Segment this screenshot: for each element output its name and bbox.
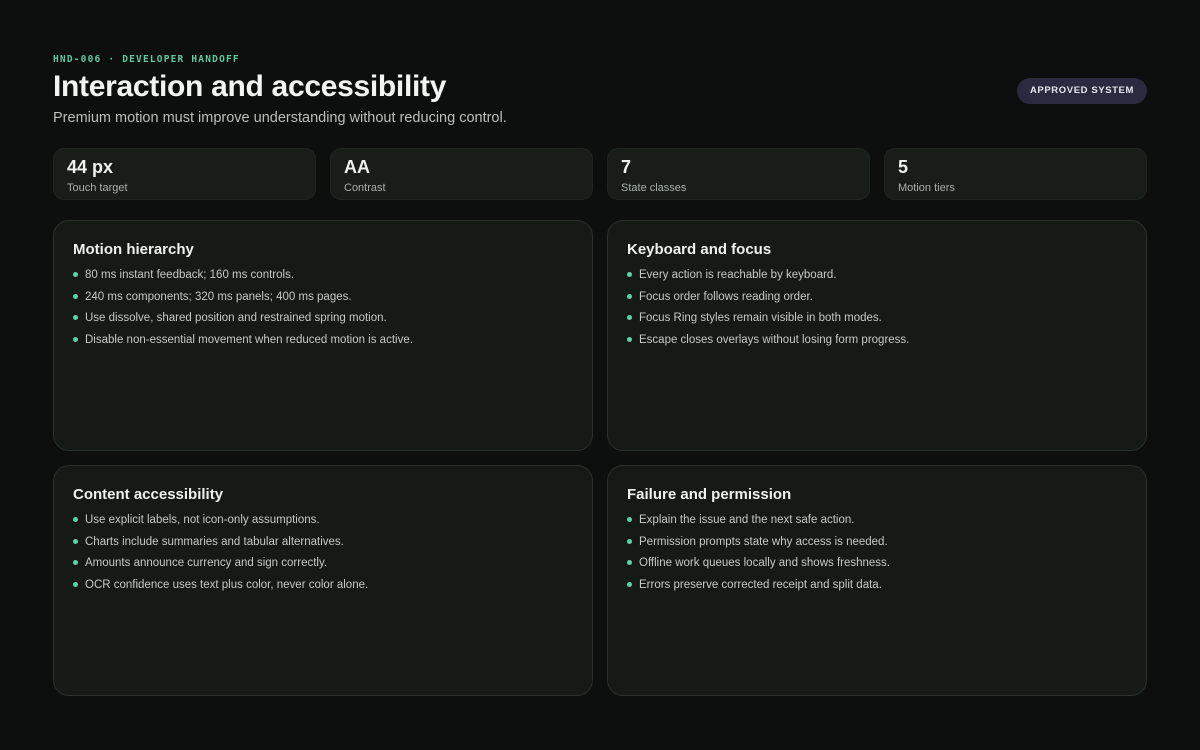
metrics-row: 44 px Touch target AA Contrast 7 State c… — [53, 148, 1147, 200]
page-subtitle: Premium motion must improve understandin… — [53, 110, 507, 126]
bullet-dot-icon — [73, 517, 78, 522]
bullet-dot-icon — [627, 517, 632, 522]
list-item-text: Focus order follows reading order. — [639, 290, 813, 303]
page-title: Interaction and accessibility — [53, 70, 447, 103]
card-list: Every action is reachable by keyboard. F… — [627, 268, 1127, 347]
list-item-text: Charts include summaries and tabular alt… — [85, 535, 344, 548]
card-title: Keyboard and focus — [627, 241, 772, 258]
list-item-text: 80 ms instant feedback; 160 ms controls. — [85, 269, 295, 281]
bullet-dot-icon — [73, 538, 78, 544]
list-item-text: Disable non-essential movement when redu… — [85, 334, 413, 347]
card-motion-hierarchy: Motion hierarchy 80 ms instant feedback;… — [53, 220, 593, 451]
card-keyboard-focus: Keyboard and focus Every action is reach… — [607, 220, 1147, 451]
metric-label: Motion tiers — [898, 182, 955, 194]
bullet-dot-icon — [627, 538, 632, 544]
card-title: Motion hierarchy — [73, 241, 194, 258]
card-title: Failure and permission — [627, 486, 792, 503]
metric-motion-tiers: 5 Motion tiers — [884, 148, 1147, 200]
bullet-dot-icon — [73, 337, 78, 343]
guideline-cards: Motion hierarchy 80 ms instant feedback;… — [53, 220, 1147, 696]
list-item: OCR confidence uses text plus color, nev… — [73, 578, 573, 592]
handoff-page: HND-006 · DEVELOPER HANDOFF Interaction … — [53, 0, 1147, 750]
card-content-accessibility: Content accessibility Use explicit label… — [53, 465, 593, 696]
list-item-text: OCR confidence uses text plus color, nev… — [85, 579, 369, 592]
list-item: Permission prompts state why access is n… — [627, 535, 1127, 549]
card-list: 80 ms instant feedback; 160 ms controls.… — [73, 268, 573, 347]
metric-value: 7 — [621, 157, 632, 177]
bullet-dot-icon — [627, 560, 632, 566]
list-item-text: Explain the issue and the next safe acti… — [639, 514, 855, 526]
bullet-dot-icon — [627, 272, 632, 277]
metric-state-classes: 7 State classes — [607, 148, 870, 200]
list-item: Use explicit labels, not icon-only assum… — [73, 513, 573, 527]
list-item: Charts include summaries and tabular alt… — [73, 535, 573, 549]
list-item-text: Every action is reachable by keyboard. — [639, 269, 837, 281]
metric-label: State classes — [621, 182, 687, 194]
list-item: 240 ms components; 320 ms panels; 400 ms… — [73, 290, 573, 304]
list-item-text: Offline work queues locally and shows fr… — [639, 557, 891, 570]
list-item: Every action is reachable by keyboard. — [627, 268, 1127, 282]
metric-value: AA — [344, 157, 370, 177]
status-badge: APPROVED SYSTEM — [1016, 78, 1147, 104]
bullet-dot-icon — [73, 293, 78, 299]
list-item-text: Focus Ring styles remain visible in both… — [639, 312, 882, 325]
card-failure-permission: Failure and permission Explain the issue… — [607, 465, 1147, 696]
list-item: Use dissolve, shared position and restra… — [73, 311, 573, 325]
bullet-dot-icon — [627, 315, 632, 321]
list-item: Focus Ring styles remain visible in both… — [627, 311, 1127, 325]
list-item-text: 240 ms components; 320 ms panels; 400 ms… — [85, 290, 352, 303]
list-item: Focus order follows reading order. — [627, 290, 1127, 304]
bullet-dot-icon — [73, 315, 78, 321]
metric-value: 44 px — [67, 157, 114, 177]
metric-value: 5 — [898, 157, 909, 177]
list-item: Explain the issue and the next safe acti… — [627, 513, 1127, 527]
bullet-dot-icon — [627, 293, 632, 299]
card-list: Use explicit labels, not icon-only assum… — [73, 513, 573, 592]
list-item: Errors preserve corrected receipt and sp… — [627, 578, 1127, 592]
list-item: Disable non-essential movement when redu… — [73, 333, 573, 347]
list-item: Amounts announce currency and sign corre… — [73, 556, 573, 570]
list-item-text: Escape closes overlays without losing fo… — [639, 334, 910, 347]
bullet-dot-icon — [73, 582, 78, 588]
metric-label: Touch target — [67, 182, 128, 194]
bullet-dot-icon — [73, 560, 78, 566]
metric-label: Contrast — [344, 182, 386, 194]
metric-contrast: AA Contrast — [330, 148, 593, 200]
list-item-text: Errors preserve corrected receipt and sp… — [639, 579, 882, 592]
bullet-dot-icon — [627, 337, 632, 343]
card-list: Explain the issue and the next safe acti… — [627, 513, 1127, 592]
eyebrow-label: HND-006 · DEVELOPER HANDOFF — [53, 54, 240, 65]
list-item: 80 ms instant feedback; 160 ms controls. — [73, 268, 573, 282]
list-item-text: Amounts announce currency and sign corre… — [85, 557, 328, 570]
list-item-text: Permission prompts state why access is n… — [639, 535, 888, 548]
list-item: Offline work queues locally and shows fr… — [627, 556, 1127, 570]
bullet-dot-icon — [73, 272, 78, 277]
metric-touch-target: 44 px Touch target — [53, 148, 316, 200]
list-item-text: Use explicit labels, not icon-only assum… — [85, 514, 320, 526]
bullet-dot-icon — [627, 582, 632, 588]
list-item: Escape closes overlays without losing fo… — [627, 333, 1127, 347]
list-item-text: Use dissolve, shared position and restra… — [85, 312, 387, 325]
card-title: Content accessibility — [73, 486, 224, 503]
